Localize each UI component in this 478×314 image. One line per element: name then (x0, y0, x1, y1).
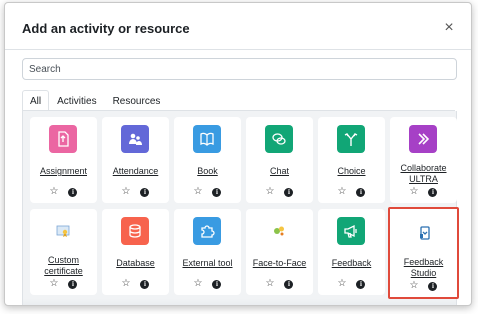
megaphone-icon (337, 217, 365, 245)
collaborate-icon (409, 125, 437, 153)
chat-icon (265, 125, 293, 153)
info-icon[interactable]: i (212, 279, 222, 289)
tile-feedback-studio[interactable]: Feedback Studio ☆ i (388, 207, 459, 299)
header-divider (5, 49, 471, 50)
info-icon[interactable]: i (428, 187, 438, 197)
info-icon[interactable]: i (140, 279, 150, 289)
info-icon[interactable]: i (284, 187, 294, 197)
search-input[interactable] (22, 58, 457, 80)
grid-bottom-fade (23, 299, 456, 305)
tile-label[interactable]: Feedback Studio (392, 257, 455, 279)
tile-database[interactable]: Database ☆ i (102, 209, 169, 295)
database-icon (121, 217, 149, 245)
star-icon[interactable]: ☆ (122, 279, 131, 289)
tile-label[interactable]: Feedback (320, 258, 383, 269)
assignment-icon (49, 125, 77, 153)
tab-all[interactable]: All (22, 90, 50, 111)
puzzle-icon (193, 217, 221, 245)
activity-grid: Assignment ☆ i Attendance ☆ i Book ☆ i C… (22, 111, 459, 305)
attendance-icon (121, 125, 149, 153)
info-icon[interactable]: i (356, 279, 366, 289)
star-icon[interactable]: ☆ (194, 187, 203, 197)
tab-activities[interactable]: Activities (49, 90, 104, 111)
tile-collaborate-ultra[interactable]: Collaborate ULTRA ☆ i (390, 117, 457, 203)
tile-label[interactable]: External tool (176, 258, 239, 269)
info-icon[interactable]: i (212, 187, 222, 197)
tile-label[interactable]: Attendance (104, 166, 167, 177)
star-icon[interactable]: ☆ (338, 279, 347, 289)
tile-assignment[interactable]: Assignment ☆ i (30, 117, 97, 203)
tab-resources[interactable]: Resources (105, 90, 169, 111)
star-icon[interactable]: ☆ (50, 187, 59, 197)
tile-chat[interactable]: Chat ☆ i (246, 117, 313, 203)
tile-label[interactable]: Face-to-Face (248, 258, 311, 269)
tile-custom-certificate[interactable]: Custom certificate ☆ i (30, 209, 97, 295)
tile-book[interactable]: Book ☆ i (174, 117, 241, 203)
modal-title: Add an activity or resource (22, 21, 190, 36)
tile-label[interactable]: Choice (320, 166, 383, 177)
choice-icon (337, 125, 365, 153)
info-icon[interactable]: i (68, 187, 78, 197)
tile-label[interactable]: Chat (248, 166, 311, 177)
info-icon[interactable]: i (428, 281, 438, 291)
certificate-icon (49, 217, 77, 245)
activity-chooser-modal: Add an activity or resource × All Activi… (4, 2, 472, 306)
info-icon[interactable]: i (284, 279, 294, 289)
tile-label[interactable]: Collaborate ULTRA (392, 163, 455, 185)
star-icon[interactable]: ☆ (266, 279, 275, 289)
star-icon[interactable]: ☆ (194, 279, 203, 289)
chooser-tabs: All Activities Resources (22, 90, 168, 111)
star-icon[interactable]: ☆ (50, 279, 59, 289)
tile-label[interactable]: Assignment (32, 166, 95, 177)
tile-face-to-face[interactable]: Face-to-Face ☆ i (246, 209, 313, 295)
star-icon[interactable]: ☆ (410, 281, 419, 291)
info-icon[interactable]: i (356, 187, 366, 197)
face-to-face-icon (265, 217, 293, 245)
star-icon[interactable]: ☆ (266, 187, 275, 197)
feedback-studio-icon (411, 219, 439, 247)
star-icon[interactable]: ☆ (410, 187, 419, 197)
info-icon[interactable]: i (68, 279, 78, 289)
tile-attendance[interactable]: Attendance ☆ i (102, 117, 169, 203)
info-icon[interactable]: i (140, 187, 150, 197)
tile-feedback[interactable]: Feedback ☆ i (318, 209, 385, 295)
close-button[interactable]: × (441, 20, 457, 36)
tile-choice[interactable]: Choice ☆ i (318, 117, 385, 203)
tile-label[interactable]: Custom certificate (32, 255, 95, 277)
star-icon[interactable]: ☆ (122, 187, 131, 197)
tile-label[interactable]: Book (176, 166, 239, 177)
tile-external-tool[interactable]: External tool ☆ i (174, 209, 241, 295)
book-icon (193, 125, 221, 153)
tile-label[interactable]: Database (104, 258, 167, 269)
star-icon[interactable]: ☆ (338, 187, 347, 197)
